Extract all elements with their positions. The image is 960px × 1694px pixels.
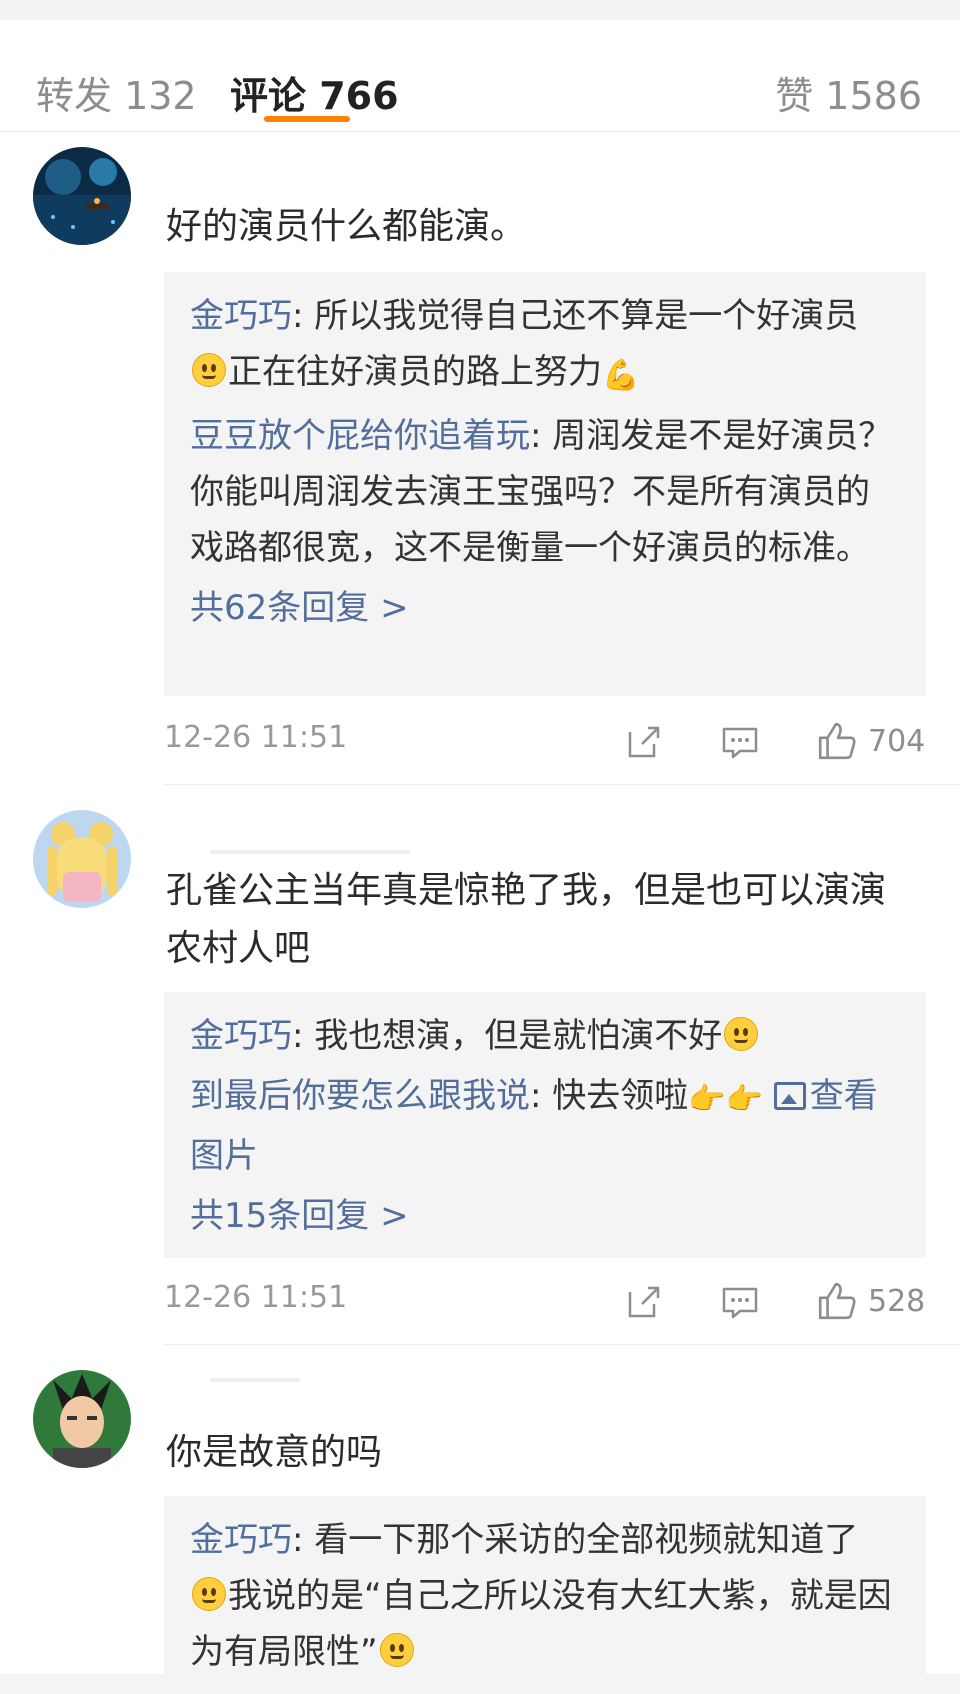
reply-text: 我也想演，但是就怕演不好	[314, 1016, 723, 1056]
reply-author[interactable]: 金巧巧	[190, 1520, 292, 1560]
reply-author[interactable]: 金巧巧	[190, 296, 292, 336]
reply-separator: :	[530, 416, 553, 456]
reply-author[interactable]: 到最后你要怎么跟我说	[190, 1076, 530, 1116]
reply-text: 所以我觉得自己还不算是一个好演员	[314, 296, 859, 336]
laugh-emoji-icon	[724, 1017, 759, 1051]
like-icon	[818, 1282, 856, 1320]
avatar[interactable]	[33, 147, 131, 245]
reply-item: 金巧巧: 看一下那个采访的全部视频就知道了 我说的是“自己之所以没有大红大紫，就…	[190, 1512, 900, 1680]
reply-separator: :	[292, 1520, 315, 1560]
bottom-strip	[0, 1674, 960, 1694]
like-count: 528	[868, 1283, 926, 1319]
reply-separator: :	[530, 1076, 553, 1116]
reply-text: 看一下那个采访的全部视频就知道了	[314, 1520, 859, 1560]
tab-repost[interactable]: 转发 132	[36, 72, 197, 120]
comment-meta: 12-26 11:51 528	[164, 1276, 926, 1326]
tab-comments[interactable]: 评论 766	[230, 72, 399, 120]
tab-likes[interactable]: 赞 1586	[775, 72, 922, 120]
comment-meta: 12-26 11:51 704	[164, 716, 926, 766]
avatar[interactable]	[33, 1370, 131, 1468]
reply-box[interactable]: 金巧巧: 我也想演，但是就怕演不好 到最后你要怎么跟我说: 快去领啦👉👉 查看图…	[164, 992, 926, 1258]
author-name-placeholder	[210, 1378, 300, 1382]
smile-emoji-icon	[192, 353, 226, 387]
author-name-placeholder	[210, 850, 410, 854]
more-replies-link[interactable]: 共62条回复 >	[190, 580, 900, 636]
smile-emoji-icon	[192, 1577, 226, 1611]
reply-author[interactable]: 金巧巧	[190, 1016, 292, 1056]
like-button[interactable]: 528	[816, 1278, 925, 1324]
avatar-image	[33, 810, 131, 908]
reply-box[interactable]: 金巧巧: 所以我觉得自己还不算是一个好演员 正在往好演员的路上努力💪 豆豆放个屁…	[164, 272, 926, 696]
reply-item: 到最后你要怎么跟我说: 快去领啦👉👉 查看图片	[190, 1068, 900, 1184]
comment-text: 好的演员什么都能演。	[166, 206, 527, 247]
tab-bar: 转发 132 评论 766 赞 1586	[0, 20, 960, 132]
reply-box[interactable]: 金巧巧: 看一下那个采访的全部视频就知道了 我说的是“自己之所以没有大红大紫，就…	[164, 1496, 926, 1674]
smile-emoji-icon	[379, 1633, 414, 1667]
like-button[interactable]: 704	[816, 718, 925, 764]
like-count: 704	[868, 723, 926, 759]
reply-item: 豆豆放个屁给你追着玩: 周润发是不是好演员？你能叫周润发去演王宝强吗？不是所有演…	[190, 408, 900, 576]
avatar-image	[33, 147, 131, 245]
point-right-emoji-icon: 👉👉	[688, 1082, 763, 1117]
flex-emoji-icon: 💪	[602, 358, 640, 393]
comment-time: 12-26 11:51	[164, 1280, 348, 1315]
more-replies-link[interactable]: 共15条回复 >	[190, 1188, 900, 1244]
divider	[164, 1344, 960, 1345]
reply-text-2: 我说的是“自己之所以没有大红大紫，就是因为有局限性”	[190, 1576, 892, 1672]
like-icon	[818, 722, 856, 760]
divider	[164, 784, 960, 785]
comment-time: 12-26 11:51	[164, 720, 348, 755]
reply-text-2: 正在往好演员的路上努力	[228, 352, 602, 392]
comment-text: 孔雀公主当年真是惊艳了我，但是也可以演演农村人吧	[166, 870, 887, 969]
share-icon[interactable]	[624, 722, 664, 762]
reply-item: 金巧巧: 我也想演，但是就怕演不好	[190, 1008, 900, 1064]
reply-text: 快去领啦	[552, 1076, 689, 1116]
reply-author[interactable]: 豆豆放个屁给你追着玩	[190, 416, 530, 456]
comment-icon[interactable]	[720, 1282, 760, 1322]
reply-item: 金巧巧: 所以我觉得自己还不算是一个好演员 正在往好演员的路上努力💪	[190, 288, 900, 404]
reply-separator: :	[292, 296, 315, 336]
top-strip	[0, 0, 960, 20]
avatar[interactable]	[33, 810, 131, 908]
avatar-image	[33, 1370, 131, 1468]
image-icon	[773, 1082, 806, 1110]
share-icon[interactable]	[624, 1282, 664, 1322]
comment-icon[interactable]	[720, 722, 760, 762]
reply-separator: :	[292, 1016, 315, 1056]
comment-text: 你是故意的吗	[166, 1432, 383, 1473]
active-tab-indicator	[264, 116, 350, 122]
